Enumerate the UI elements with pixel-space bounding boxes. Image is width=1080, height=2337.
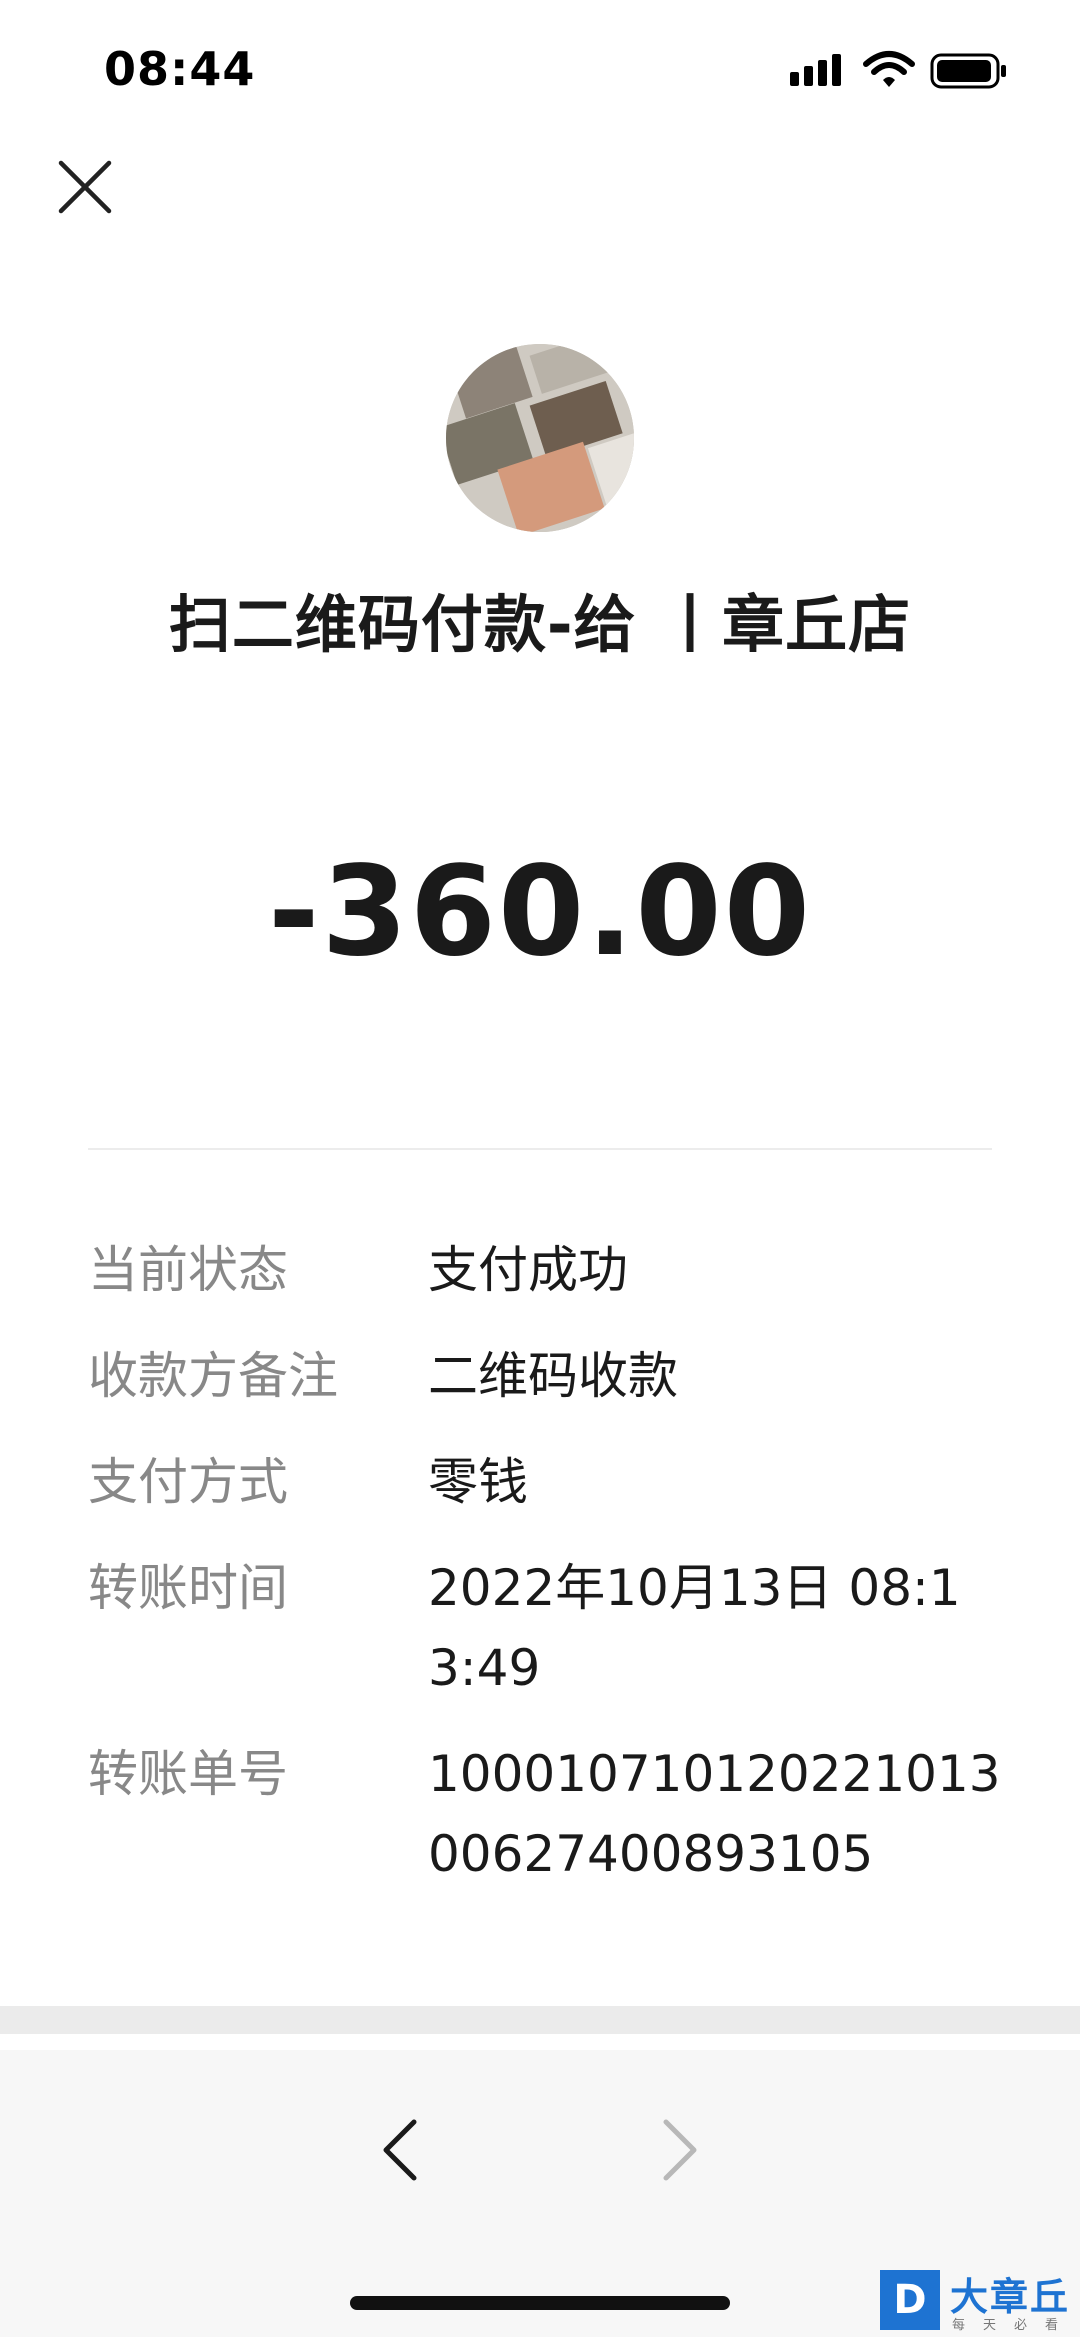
watermark: D 大章丘 每天必看 [880,2270,1080,2337]
detail-label: 当前状态 [88,1241,288,1299]
detail-value: 二维码收款 [428,1347,678,1405]
detail-value: 支付成功 [428,1241,628,1299]
detail-label: 转账单号 [88,1745,288,1803]
detail-value: 零钱 [428,1453,528,1511]
detail-value[interactable]: 100010710120221013006274008931​05 [428,1734,1008,1894]
wifi-icon [863,51,915,87]
detail-row-transfer-time: 转账时间 2022年10月13日 08:13:49 [88,1548,1008,1708]
watermark-tagline: 每天必看 [952,2318,1077,2333]
detail-row-transfer-number: 转账单号 100010710120221013006274008931​05 [88,1734,1008,1894]
detail-label: 转账时间 [88,1559,288,1617]
detail-row-status: 当前状态 支付成功 [88,1230,1008,1310]
cellular-signal-icon [790,54,841,86]
divider [88,1148,992,1150]
detail-label: 支付方式 [88,1453,288,1511]
detail-label: 收款方备注 [88,1347,338,1405]
merchant-avatar [446,344,634,532]
transaction-amount: -360.00 [268,840,812,984]
chevron-right-icon[interactable] [650,2110,710,2190]
close-icon [58,160,112,214]
transaction-details: 当前状态 支付成功 收款方备注 二维码收款 支付方式 零钱 转账时间 2022年… [88,1230,1008,1920]
home-indicator[interactable] [350,2296,730,2310]
status-time: 08:44 [104,42,256,96]
detail-value: 2022年10月13日 08:13:49 [428,1559,961,1697]
detail-row-payment-method: 支付方式 零钱 [88,1442,1008,1522]
watermark-logo: D [880,2270,940,2330]
detail-row-payee-note: 收款方备注 二维码收款 [88,1336,1008,1416]
status-bar: 08:44 [0,0,1080,140]
watermark-brand: 大章丘 [950,2275,1071,2319]
transaction-title: 扫二维码付款-给 丨章丘店 [168,588,912,661]
chevron-left-icon[interactable] [370,2110,430,2190]
battery-icon [930,53,1006,89]
section-separator [0,2006,1080,2034]
close-button[interactable] [48,150,122,224]
